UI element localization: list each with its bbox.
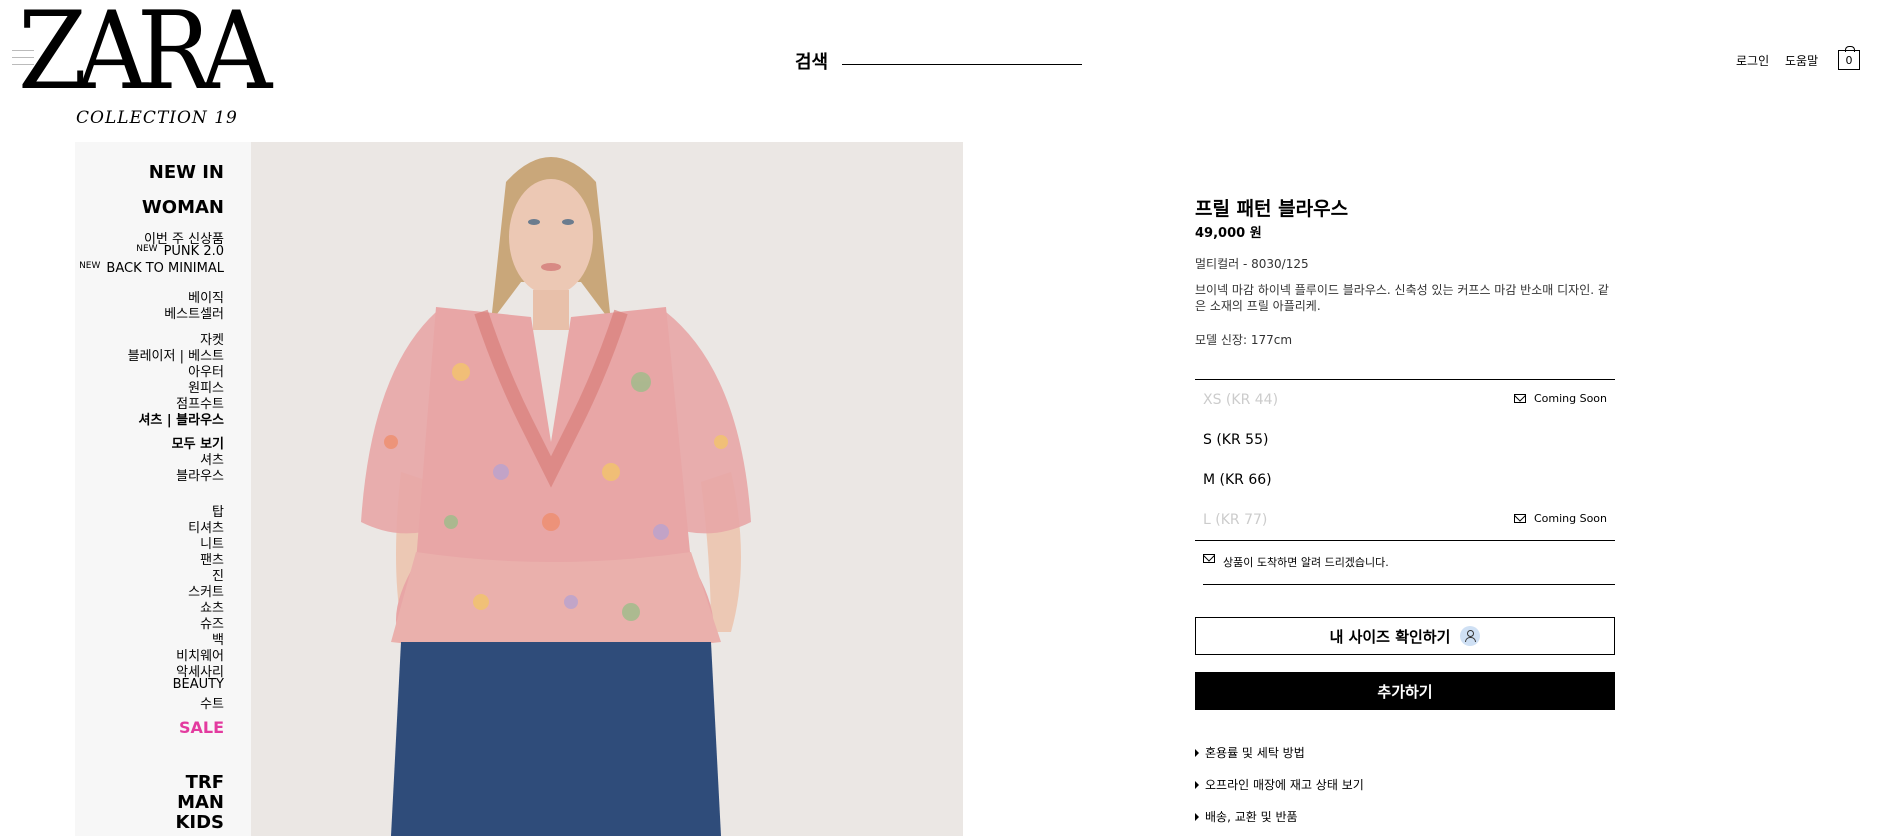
nav-item-beauty[interactable]: BEAUTY [173, 677, 224, 692]
zara-logo[interactable]: ZARA COLLECTION 19 [18, 0, 272, 130]
check-my-size-label: 내 사이즈 확인하기 [1329, 627, 1451, 646]
triangle-right-icon [1195, 812, 1199, 821]
cart-button[interactable]: 0 [1838, 46, 1860, 70]
logo-text: ZARA [18, 0, 272, 114]
size-option-l[interactable]: L (KR 77) Coming Soon [1195, 500, 1615, 540]
new-badge: NEW [79, 261, 101, 271]
mail-icon [1513, 394, 1526, 403]
person-icon [1460, 626, 1481, 646]
size-label: XS (KR 44) [1203, 392, 1279, 408]
link-shipping-returns[interactable]: 배송, 교환 및 반품 [1195, 808, 1298, 825]
check-my-size-button[interactable]: 내 사이즈 확인하기 [1195, 617, 1615, 655]
nav-man[interactable]: MAN [177, 792, 224, 813]
sidebar: NEW IN WOMAN 이번 주 신상품 NEW PUNK 2.0 NEW BAC… [75, 142, 251, 836]
search-label: 검색 [795, 52, 829, 73]
nav-item-label: BACK TO MINIMAL [106, 261, 224, 276]
link-label: 배송, 교환 및 반품 [1205, 810, 1298, 824]
nav-item-back-to-minimal[interactable]: NEW BACK TO MINIMAL [79, 261, 224, 276]
search-box[interactable]: 검색 [795, 48, 1083, 74]
search-underline [842, 63, 1083, 65]
coming-soon-label: Coming Soon [1533, 392, 1607, 405]
coming-soon-notice[interactable]: Coming Soon [1513, 512, 1607, 525]
coming-soon-notice[interactable]: Coming Soon [1513, 392, 1607, 405]
product-description: 브이넥 마감 하이넥 플루이드 블라우스. 신축성 있는 커프스 마감 반소매 … [1195, 283, 1609, 313]
login-link[interactable]: 로그인 [1736, 52, 1769, 69]
nav-item-label: PUNK 2.0 [163, 244, 224, 259]
logo-subtitle: COLLECTION 19 [76, 108, 238, 128]
size-label: S (KR 55) [1203, 432, 1269, 448]
nav-item-suits[interactable]: 수트 [200, 693, 224, 712]
notify-label: 상품이 도착하면 알려 드리겠습니다. [1223, 556, 1389, 569]
size-label: M (KR 66) [1203, 472, 1272, 488]
size-list: XS (KR 44) Coming Soon S (KR 55) M (KR 6… [1195, 379, 1615, 541]
help-link[interactable]: 도움말 [1785, 52, 1818, 69]
nav-sale[interactable]: SALE [179, 718, 224, 737]
nav-item-bestseller[interactable]: 베스트셀러 [164, 303, 224, 322]
model-height: 모델 신장: 177cm [1195, 333, 1293, 347]
size-option-m[interactable]: M (KR 66) [1195, 460, 1615, 500]
link-label: 오프라인 매장에 재고 상태 보기 [1205, 778, 1364, 792]
link-label: 혼용률 및 세탁 방법 [1205, 746, 1305, 760]
coming-soon-label: Coming Soon [1533, 512, 1607, 525]
size-label: L (KR 77) [1203, 512, 1268, 528]
link-composition-care[interactable]: 혼용률 및 세탁 방법 [1195, 744, 1305, 761]
nav-new-in[interactable]: NEW IN [149, 162, 224, 183]
nav-trf[interactable]: TRF [186, 772, 224, 793]
mail-icon [1203, 554, 1215, 563]
new-badge: NEW [136, 244, 158, 254]
triangle-right-icon [1195, 748, 1199, 757]
nav-kids[interactable]: KIDS [175, 812, 224, 833]
mail-icon [1513, 514, 1526, 523]
nav-woman[interactable]: WOMAN [142, 197, 224, 218]
product-color: 멀티컬러 - 8030/125 [1195, 257, 1309, 271]
size-option-s[interactable]: S (KR 55) [1195, 420, 1615, 460]
nav-item-shirts-blouses[interactable]: 셔츠 | 블라우스 [138, 409, 224, 428]
triangle-right-icon [1195, 780, 1199, 789]
notify-when-available[interactable]: 상품이 도착하면 알려 드리겠습니다. [1203, 554, 1615, 585]
nav-item-blouses[interactable]: 블라우스 [176, 465, 224, 484]
add-to-cart-button[interactable]: 추가하기 [1195, 672, 1615, 710]
cart-count: 0 [1845, 54, 1853, 67]
link-store-stock[interactable]: 오프라인 매장에 재고 상태 보기 [1195, 776, 1364, 793]
product-title: 프릴 패턴 블라우스 [1195, 198, 1349, 220]
model-photo-illustration [361, 157, 751, 836]
nav-item-punk[interactable]: NEW PUNK 2.0 [136, 244, 224, 259]
product-price: 49,000 원 [1195, 226, 1262, 241]
product-image[interactable] [251, 142, 963, 836]
size-option-xs[interactable]: XS (KR 44) Coming Soon [1195, 380, 1615, 420]
